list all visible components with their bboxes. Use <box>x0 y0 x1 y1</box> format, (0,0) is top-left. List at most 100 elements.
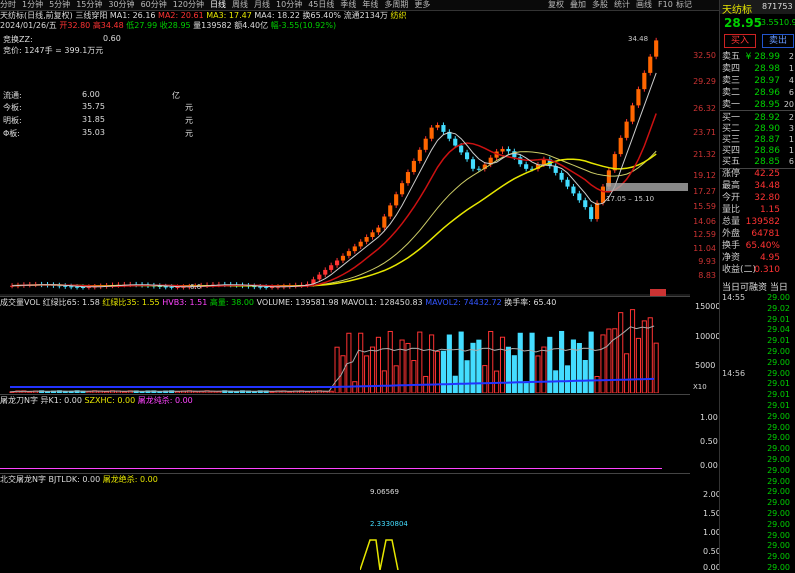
ask-volume: 1 <box>788 64 794 73</box>
sell-button[interactable]: 卖出 <box>762 34 794 48</box>
ask-value: 28.96 <box>754 88 780 98</box>
ask-label: 卖三 <box>722 76 741 86</box>
lt-value: 6.00 <box>82 90 100 99</box>
tick-price: 29.00 <box>767 465 790 475</box>
volume-bar <box>529 332 535 393</box>
candle-body <box>411 160 416 173</box>
candlestick-chart[interactable]: 17.05 – 15.10 34.48 6.6 <box>0 31 690 296</box>
tick-row: 29.00 <box>722 357 794 368</box>
candle-body <box>577 193 582 201</box>
sector-tag[interactable]: 纺织 <box>390 11 406 20</box>
candle-body <box>624 121 629 138</box>
price-pct: -10.92 <box>776 18 795 27</box>
period-tab[interactable]: 1分钟 <box>22 0 43 10</box>
tick-row: 29.00 <box>722 551 794 562</box>
volume-bar <box>576 342 582 393</box>
stat-value: 34.48 <box>754 181 780 191</box>
period-tab[interactable]: 季线 <box>340 0 356 10</box>
ask-row: 卖五 ¥ 28.99 2 <box>722 51 794 63</box>
volume-value: 量139582 <box>193 21 232 30</box>
period-tab[interactable]: 年线 <box>362 0 378 10</box>
turnover-value: 换65.40% <box>302 11 342 20</box>
buy-button[interactable]: 买入 <box>724 34 756 48</box>
candle-body <box>506 148 511 152</box>
close-value: 收28.95 <box>159 21 191 30</box>
change-value: 幅-3.55(10.92%) <box>270 21 337 30</box>
tick-price: 29.00 <box>767 476 790 486</box>
p4-label-2: 2.3330804 <box>370 520 408 528</box>
ask-row: 卖三 28.97 4 <box>722 75 794 87</box>
tick-price: 29.01 <box>767 314 790 324</box>
period-tab[interactable]: 15分钟 <box>76 0 102 10</box>
candle-body <box>329 265 334 270</box>
period-tab[interactable]: 30分钟 <box>108 0 134 10</box>
period-tab[interactable]: 60分钟 <box>141 0 167 10</box>
period-tab[interactable]: 10分钟 <box>276 0 302 10</box>
tick-row: 14:55 29.00 <box>722 292 794 303</box>
tick-row: 29.04 <box>722 324 794 335</box>
candle-body <box>417 149 422 161</box>
toolbar-right-7[interactable]: 标记 <box>676 0 692 10</box>
ask-value: 28.97 <box>754 76 780 86</box>
vol-item-3: HVB3: 1.51 <box>162 298 208 307</box>
tick-row: 29.00 <box>722 432 794 443</box>
limit-badge <box>650 289 666 296</box>
stat-row: 总量 139582 <box>722 216 794 228</box>
toolbar-right-6[interactable]: F10 <box>658 0 673 10</box>
tick-price: 29.00 <box>767 530 790 540</box>
volume-bar <box>517 332 523 393</box>
period-tab[interactable]: 日线 <box>210 0 226 10</box>
stat-value: 0.310 <box>754 265 780 275</box>
volume-bar <box>375 336 382 393</box>
toolbar-right-4[interactable]: 统计 <box>614 0 630 10</box>
volume-bar <box>505 346 512 393</box>
tick-row: 29.00 <box>722 530 794 541</box>
ask-volume: 4 <box>788 76 794 85</box>
period-tab[interactable]: 多周期 <box>384 0 408 10</box>
candle-body <box>75 286 80 288</box>
volume-bar <box>606 328 612 393</box>
price-axis-label: 12.59 <box>693 230 716 239</box>
tick-price: 29.01 <box>767 336 790 346</box>
vol-item-6: MAVOL1: 128450.83 <box>341 298 423 307</box>
toolbar-right-2[interactable]: 叠加 <box>570 0 586 10</box>
stat-value: 64781 <box>751 229 780 239</box>
candle-body <box>583 200 588 208</box>
price-axis-label: 26.32 <box>693 104 716 113</box>
toolbar-right-5[interactable]: 画线 <box>636 0 652 10</box>
price-axis-label: 9.93 <box>698 257 716 266</box>
period-tab[interactable]: 5分钟 <box>49 0 70 10</box>
volume-bar <box>304 391 311 393</box>
period-tab[interactable]: 月线 <box>254 0 270 10</box>
volume-bar <box>588 331 594 393</box>
volume-bar <box>541 346 547 393</box>
volume-bar <box>411 360 417 393</box>
zz-value: 0.60 <box>103 34 121 43</box>
ask-volume: 6 <box>788 88 794 97</box>
tick-row: 29.01 <box>722 314 794 325</box>
candle-body <box>636 89 641 106</box>
candle-body <box>642 72 647 90</box>
candle-body <box>441 125 446 132</box>
period-tab[interactable]: 周线 <box>232 0 248 10</box>
period-tab[interactable]: 120分钟 <box>173 0 204 10</box>
stat-label: 换手 <box>722 241 741 251</box>
stat-row: 最高 34.48 <box>722 180 794 192</box>
tick-row: 29.01 <box>722 378 794 389</box>
panel3-line <box>0 468 662 469</box>
quote-panel: 天纺标 871753 28.95 -3.55 -10.92 买入 卖出 当日可融… <box>719 0 795 572</box>
candle-body <box>317 274 322 280</box>
period-tab[interactable]: 更多 <box>414 0 430 10</box>
vol-item-2: 红绿比35: 1.55 <box>102 298 160 307</box>
volume-bar <box>104 391 110 393</box>
toolbar-right-1[interactable]: 复权 <box>548 0 564 10</box>
candle-body <box>559 172 564 180</box>
p3-axis-3: 0.00 <box>700 461 718 470</box>
mb-unit: 元 <box>185 116 193 125</box>
period-tab[interactable]: 分时 <box>0 0 16 10</box>
tick-row: 29.00 <box>722 508 794 519</box>
candle-body <box>370 232 375 238</box>
period-tab[interactable]: 45日线 <box>308 0 334 10</box>
volume-chart[interactable] <box>0 309 690 393</box>
toolbar-right-3[interactable]: 多股 <box>592 0 608 10</box>
